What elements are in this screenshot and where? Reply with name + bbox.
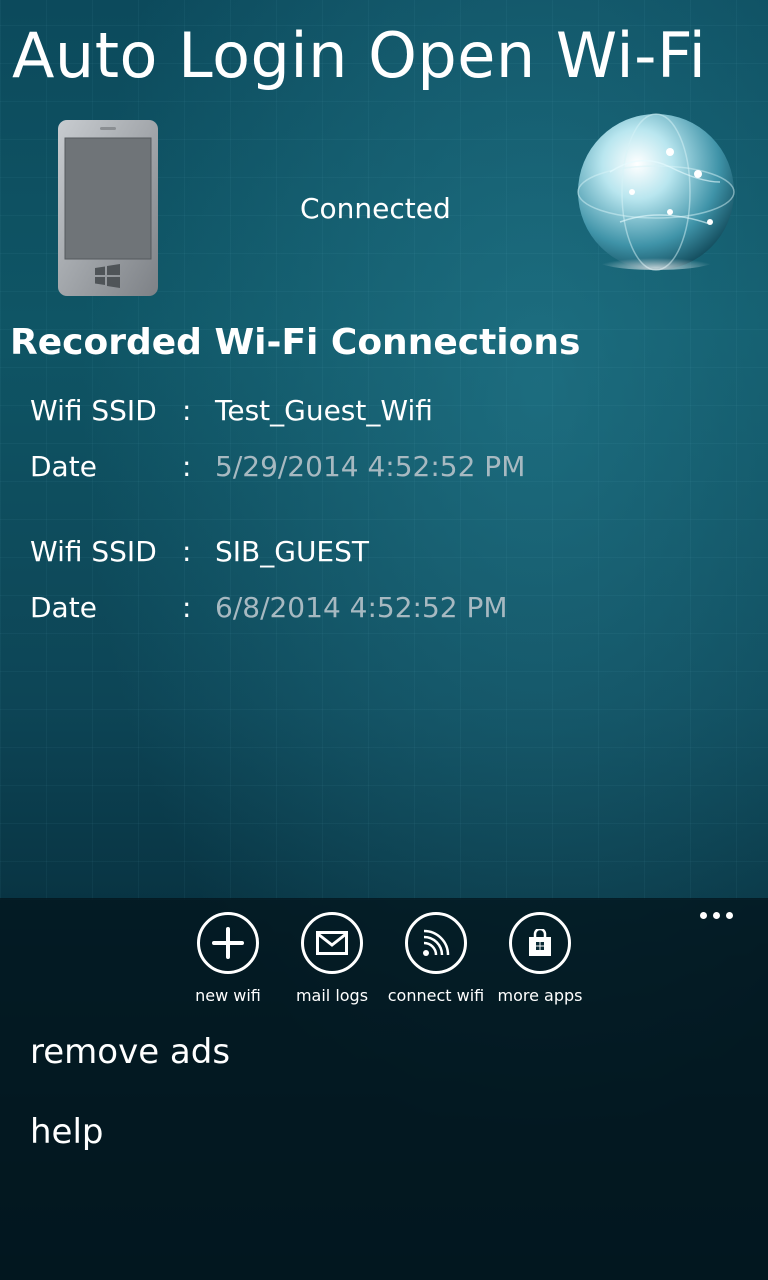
add-icon	[197, 912, 259, 974]
new-wifi-button[interactable]: new wifi	[176, 912, 280, 1005]
separator: :	[182, 394, 192, 427]
globe-icon	[577, 113, 735, 271]
ssid-value: Test_Guest_Wifi	[215, 394, 433, 427]
store-icon	[509, 912, 571, 974]
more-apps-label: more apps	[497, 986, 583, 1005]
date-label: Date	[30, 591, 97, 624]
connect-wifi-label: connect wifi	[387, 986, 485, 1005]
help-menu-item[interactable]: help	[30, 1112, 104, 1152]
mail-logs-button[interactable]: mail logs	[280, 912, 384, 1005]
page-title: Auto Login Open Wi-Fi	[12, 19, 707, 92]
new-wifi-label: new wifi	[195, 986, 261, 1005]
remove-ads-menu-item[interactable]: remove ads	[30, 1032, 230, 1072]
mail-icon	[301, 912, 363, 974]
separator: :	[182, 450, 192, 483]
ssid-label: Wifi SSID	[30, 535, 157, 568]
ssid-value: SIB_GUEST	[215, 535, 369, 568]
separator: :	[182, 535, 192, 568]
separator: :	[182, 591, 192, 624]
mail-logs-label: mail logs	[295, 986, 369, 1005]
ellipsis-icon[interactable]	[700, 904, 744, 928]
more-apps-button[interactable]: more apps	[488, 912, 592, 1005]
ssid-label: Wifi SSID	[30, 394, 157, 427]
date-value: 5/29/2014 4:52:52 PM	[215, 450, 526, 483]
windows-phone-icon	[58, 120, 158, 296]
wifi-icon	[405, 912, 467, 974]
date-label: Date	[30, 450, 97, 483]
connection-status: Connected	[300, 192, 451, 225]
recorded-connections-title: Recorded Wi-Fi Connections	[10, 322, 581, 363]
date-value: 6/8/2014 4:52:52 PM	[215, 591, 508, 624]
connect-wifi-button[interactable]: connect wifi	[384, 912, 488, 1005]
